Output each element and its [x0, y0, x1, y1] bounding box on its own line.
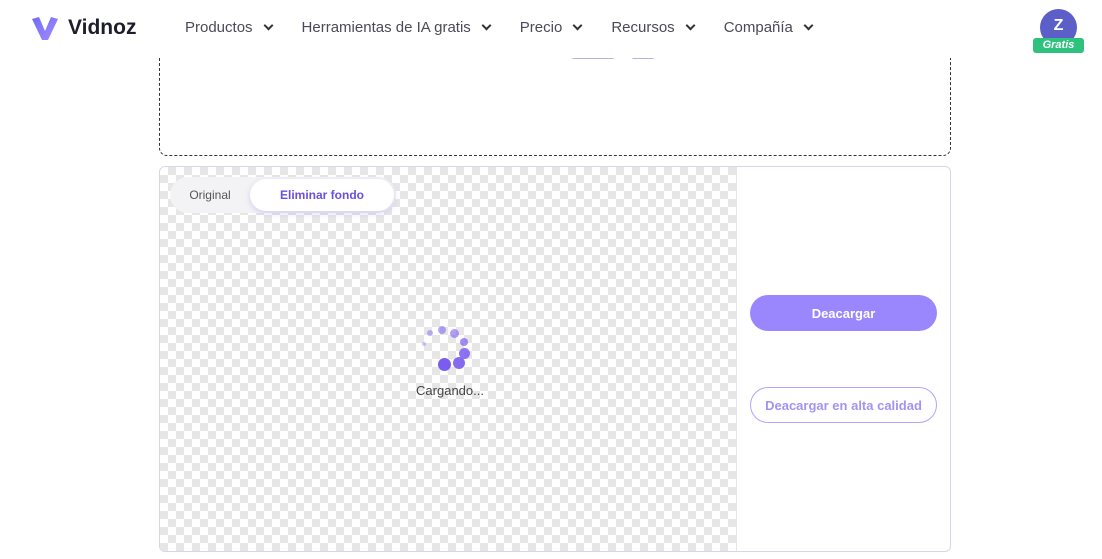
menu-recursos[interactable]: Recursos: [611, 19, 696, 36]
transparent-preview: Original Eliminar fondo Cargando...: [160, 167, 737, 551]
chevron-down-icon: [263, 20, 273, 31]
menu-label: Herramientas de IA gratis: [301, 19, 471, 36]
tab-remove-background[interactable]: Eliminar fondo: [250, 179, 394, 211]
tab-original[interactable]: Original: [170, 188, 250, 202]
menu-productos[interactable]: Productos: [185, 19, 273, 36]
download-button[interactable]: Deacargar: [750, 295, 937, 331]
vidnoz-logo-icon: [32, 17, 58, 40]
chevron-down-icon: [481, 20, 492, 31]
menu-compania[interactable]: Compañía: [723, 19, 814, 36]
menu-precio[interactable]: Precio: [519, 19, 583, 36]
loading-text: Cargando...: [416, 383, 484, 398]
download-hq-button[interactable]: Deacargar en alta calidad: [750, 387, 937, 423]
brand-logo[interactable]: Vidnoz: [30, 13, 136, 43]
loading-spinner-icon: [422, 322, 472, 372]
plan-badge: Gratis: [1033, 38, 1084, 53]
menu-label: Productos: [185, 19, 253, 36]
menu-herramientas[interactable]: Herramientas de IA gratis: [301, 19, 492, 36]
view-toggle: Original Eliminar fondo: [170, 177, 396, 213]
chevron-down-icon: [572, 20, 583, 31]
brand-name: Vidnoz: [68, 16, 137, 39]
chevron-down-icon: [685, 20, 696, 31]
chevron-down-icon: [803, 20, 814, 31]
menu-label: Compañía: [723, 19, 793, 36]
main-menu: Productos Herramientas de IA gratis Prec…: [185, 19, 814, 36]
result-panel: Original Eliminar fondo Cargando... Deac…: [159, 166, 951, 552]
menu-label: Recursos: [611, 19, 675, 36]
menu-label: Precio: [519, 19, 563, 36]
top-nav: Vidnoz Productos Herramientas de IA grat…: [0, 0, 1102, 58]
